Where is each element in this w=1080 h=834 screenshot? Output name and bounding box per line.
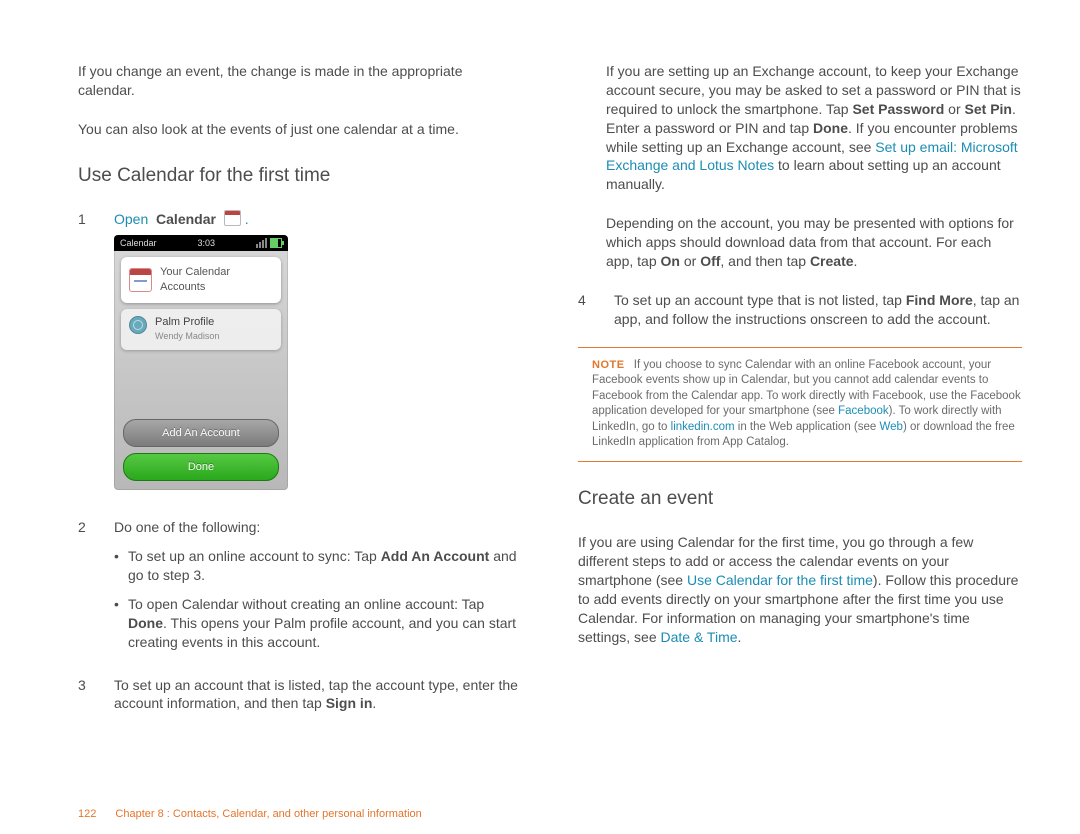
accounts-card: Your Calendar Accounts [121, 257, 281, 303]
on-off-para: Depending on the account, you may be pre… [606, 214, 1022, 271]
calendar-bold: Calendar [156, 211, 216, 227]
item-name: Palm Profile [155, 315, 219, 330]
open-link[interactable]: Open [114, 211, 148, 227]
step-4: 4 To set up an account type that is not … [578, 291, 1022, 329]
linkedin-link[interactable]: linkedin.com [671, 421, 735, 433]
step-number: 2 [78, 518, 94, 661]
step-3: 3 To set up an account that is listed, t… [78, 676, 522, 714]
status-bar: Calendar 3:03 [114, 235, 288, 251]
calendar-icon [224, 210, 241, 226]
left-column: If you change an event, the change is ma… [78, 62, 522, 727]
step-number: 3 [78, 676, 94, 714]
globe-icon [129, 316, 147, 334]
use-calendar-link[interactable]: Use Calendar for the first time [687, 572, 873, 588]
note-label: NOTE [592, 359, 625, 371]
date-time-link[interactable]: Date & Time [661, 629, 738, 645]
web-link[interactable]: Web [879, 421, 902, 433]
page-number: 122 [78, 808, 96, 820]
page-footer: 122 Chapter 8 : Contacts, Calendar, and … [78, 807, 422, 822]
heading-create-event: Create an event [578, 486, 1022, 512]
bullet-tap-done: To open Calendar without creating an onl… [114, 595, 522, 652]
chapter-title: Chapter 8 : Contacts, Calendar, and othe… [115, 808, 421, 820]
step-number: 4 [578, 291, 594, 329]
phone-screenshot: Calendar 3:03 Your Calendar Accounts [114, 235, 288, 490]
page-body: If you change an event, the change is ma… [0, 0, 1080, 727]
exchange-para: If you are setting up an Exchange accoun… [606, 62, 1022, 194]
status-icons [256, 238, 282, 248]
card-title: Your Calendar Accounts [160, 265, 273, 295]
heading-use-calendar: Use Calendar for the first time [78, 163, 522, 189]
palm-profile-item[interactable]: Palm Profile Wendy Madison [121, 309, 281, 350]
step-2: 2 Do one of the following: To set up an … [78, 518, 522, 661]
facebook-link[interactable]: Facebook [838, 405, 889, 417]
step2-lead: Do one of the following: [114, 519, 260, 535]
done-button[interactable]: Done [123, 453, 279, 481]
create-event-para: If you are using Calendar for the first … [578, 533, 1022, 646]
right-column: If you are setting up an Exchange accoun… [578, 62, 1022, 727]
bullet-add-account: To set up an online account to sync: Tap… [114, 547, 522, 585]
intro-para-1: If you change an event, the change is ma… [78, 62, 522, 100]
add-account-button[interactable]: Add An Account [123, 419, 279, 447]
status-app-name: Calendar [120, 237, 157, 249]
note-box: NOTE If you choose to sync Calendar with… [578, 347, 1022, 462]
step-1: 1 Open Calendar . Calendar 3:03 [78, 210, 522, 504]
battery-icon [270, 238, 282, 248]
step-number: 1 [78, 210, 94, 504]
signal-icon [256, 238, 267, 248]
status-time: 3:03 [198, 237, 216, 249]
calendar-card-icon [129, 268, 152, 292]
item-sub: Wendy Madison [155, 330, 219, 342]
intro-para-2: You can also look at the events of just … [78, 120, 522, 139]
